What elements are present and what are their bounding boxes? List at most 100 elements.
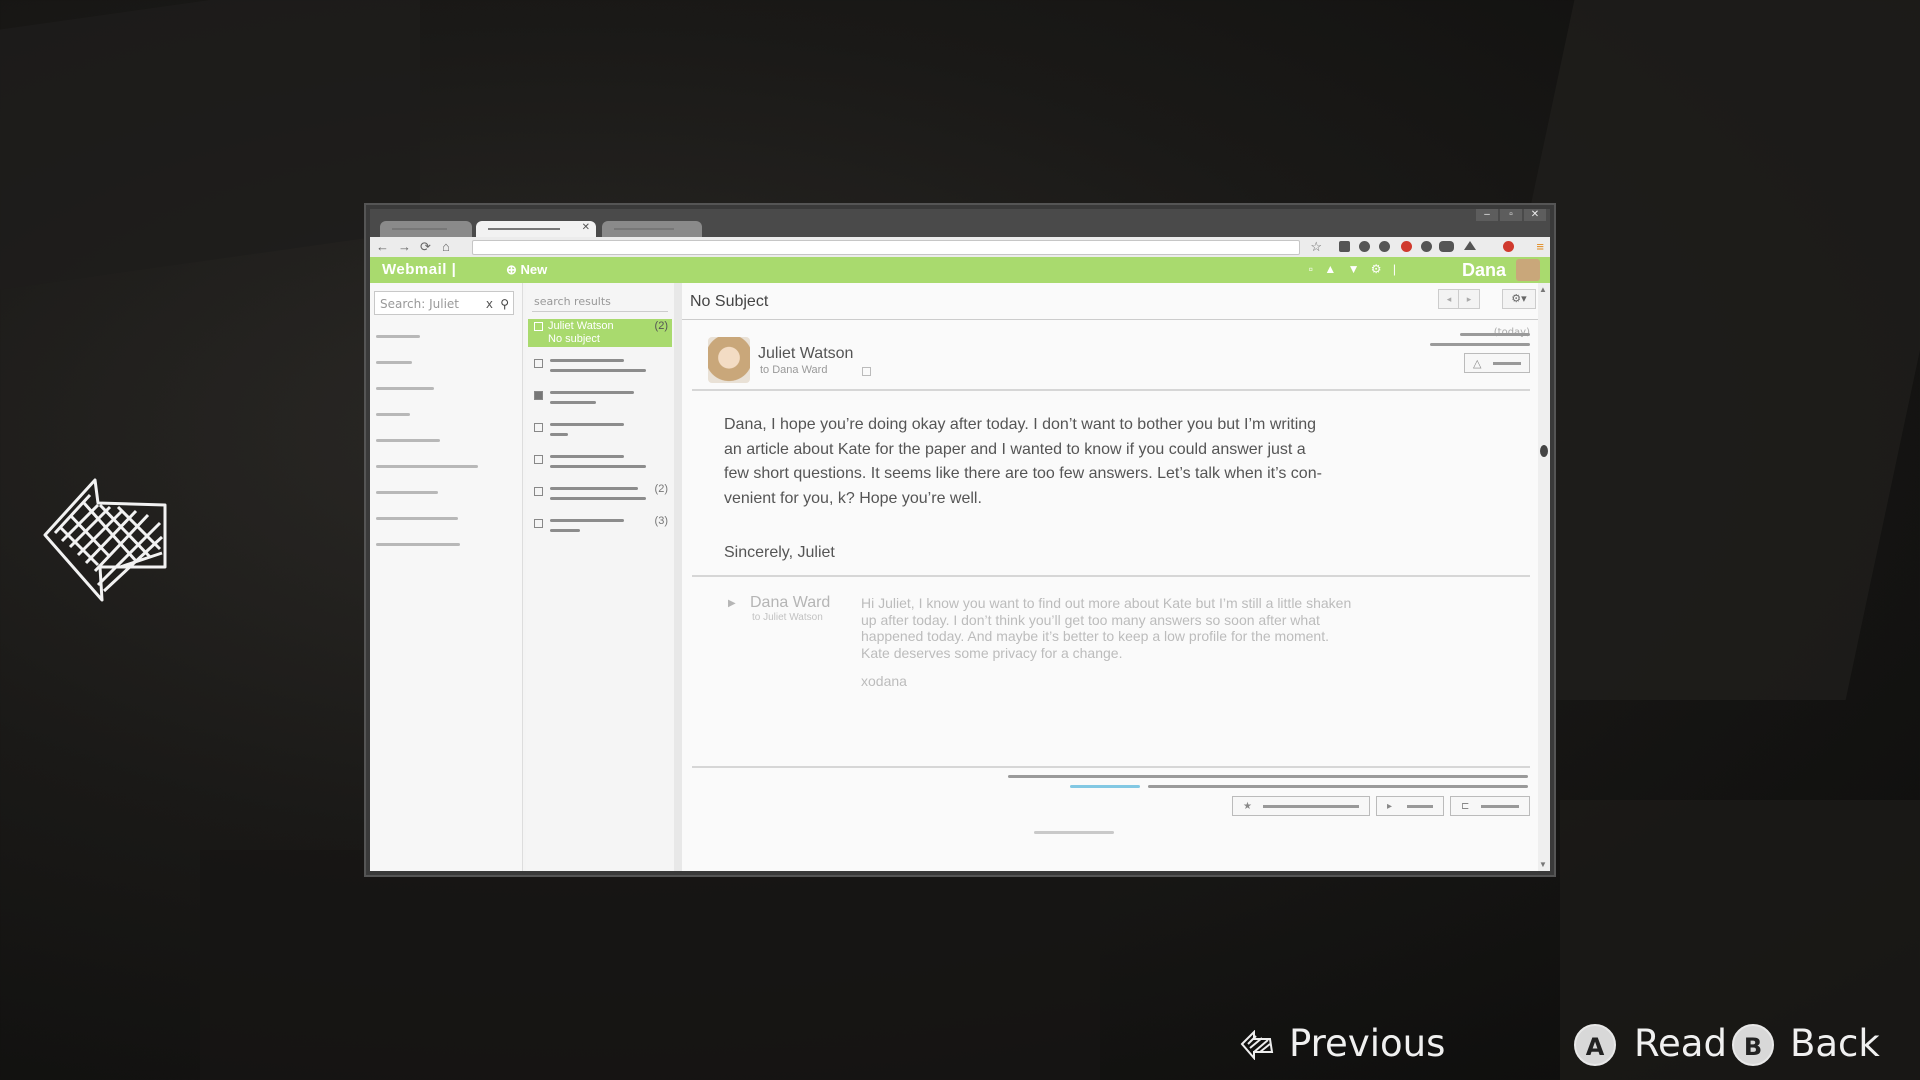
extension-icon[interactable] (1339, 241, 1350, 252)
maximize-button[interactable]: ▫ (1500, 209, 1522, 221)
recipient-line: to Dana Ward (760, 364, 828, 376)
scroll-down-icon[interactable]: ▼ (1539, 860, 1547, 869)
minimize-button[interactable]: – (1476, 209, 1498, 221)
search-icon[interactable]: ⚲ (500, 292, 509, 316)
footer-link[interactable] (1070, 785, 1140, 788)
quoted-line: Kate deserves some privacy for a change. (861, 644, 1123, 661)
collapse-triangle-icon[interactable]: ▶ (728, 598, 736, 609)
next-message-button[interactable]: ▸ (1458, 289, 1480, 309)
folder-item[interactable] (376, 465, 478, 468)
message-row-selected[interactable]: Juliet Watson No subject (2) (528, 319, 672, 347)
message-checkbox[interactable] (534, 487, 543, 496)
previous-hand-icon (1240, 1030, 1274, 1060)
quoted-message-body: Hi Juliet, I know you want to find out m… (861, 595, 1421, 661)
reader-scrollbar[interactable]: ▲ ▼ (1538, 283, 1550, 871)
search-input[interactable]: Search: Juliet x ⚲ (374, 291, 514, 315)
folder-item[interactable] (376, 439, 440, 442)
quoted-sender: Dana Ward (750, 594, 831, 611)
folder-item[interactable] (376, 491, 438, 494)
extension-icon[interactable] (1401, 241, 1412, 252)
folder-item[interactable] (376, 543, 460, 546)
forward-button[interactable]: ▸ (1376, 796, 1444, 816)
divider (532, 311, 668, 312)
body-line: venient for you, k? Hope you’re well. (724, 489, 982, 507)
user-avatar[interactable] (1516, 259, 1540, 281)
clear-search-icon[interactable]: x (486, 292, 493, 316)
quoted-line: up after today. I don’t think you’ll get… (861, 611, 1320, 628)
message-row[interactable] (534, 389, 668, 417)
message-checkbox[interactable] (534, 359, 543, 368)
read-prompt[interactable]: Read (1634, 1022, 1727, 1065)
user-name: Dana (1461, 260, 1506, 280)
reply-button[interactable]: △ (1464, 353, 1530, 373)
toolbar-icons[interactable]: ▫ ▲ ▼ ⚙ | (1309, 262, 1400, 276)
browser-menu-icon[interactable]: ≡ (1536, 239, 1544, 255)
a-button-icon: A (1574, 1024, 1616, 1066)
message-row[interactable] (534, 453, 668, 481)
archive-button[interactable]: ⊏ (1450, 796, 1530, 816)
expand-details-icon[interactable] (862, 367, 871, 376)
previous-arrow-icon[interactable] (40, 475, 170, 605)
message-checkbox[interactable] (534, 322, 543, 331)
divider (682, 319, 1550, 320)
footer-action-button[interactable]: ★ (1232, 796, 1370, 816)
previous-message-button[interactable]: ◂ (1438, 289, 1460, 309)
back-prompt[interactable]: Back (1790, 1022, 1880, 1065)
address-bar: ← → ⟳ ⌂ ☆ ≡ (370, 237, 1550, 258)
message-list-header: search results (534, 295, 611, 308)
close-window-button[interactable]: ✕ (1524, 209, 1546, 221)
footer-detail (1034, 831, 1114, 834)
previous-prompt[interactable]: Previous (1289, 1022, 1445, 1065)
tab-close-icon[interactable]: ✕ (582, 222, 590, 233)
url-field[interactable] (472, 240, 1300, 255)
new-mail-button[interactable]: ⊕ New (506, 262, 547, 278)
divider (692, 766, 1530, 768)
body-line: an article about Kate for the paper and … (724, 440, 1306, 458)
body-line: few short questions. It seems like there… (724, 465, 1322, 483)
message-row[interactable] (534, 357, 668, 385)
browser-tab-active[interactable]: ✕ (476, 221, 596, 237)
reload-icon[interactable]: ⟳ (420, 239, 431, 255)
footer-detail (1148, 785, 1528, 788)
browser-tab[interactable] (380, 221, 472, 237)
browser-tab[interactable] (602, 221, 702, 237)
extension-icon[interactable] (1439, 241, 1454, 252)
extension-icon[interactable] (1464, 241, 1476, 250)
message-count: (2) (654, 483, 668, 495)
forward-icon[interactable]: → (398, 239, 411, 255)
extension-icon[interactable] (1359, 241, 1370, 252)
message-checkbox[interactable] (534, 519, 543, 528)
divider (692, 389, 1530, 391)
message-subject: No subject (548, 333, 600, 345)
extension-icon[interactable] (1421, 241, 1432, 252)
footer-detail (1008, 775, 1528, 778)
forward-icon: ▸ (1387, 801, 1393, 812)
settings-icon[interactable]: ⚙▾ (1502, 289, 1536, 309)
extension-icon[interactable] (1503, 241, 1514, 252)
search-placeholder: Search: Juliet (380, 297, 459, 311)
message-checkbox[interactable] (534, 455, 543, 464)
message-checkbox[interactable] (534, 423, 543, 432)
message-checkbox[interactable] (534, 391, 543, 400)
extension-icon[interactable] (1379, 241, 1390, 252)
body-line: Dana, I hope you’re doing okay after tod… (724, 416, 1317, 433)
pane-splitter[interactable] (674, 283, 682, 871)
home-icon[interactable]: ⌂ (442, 239, 450, 255)
message-row[interactable]: (3) (534, 515, 668, 545)
folder-item[interactable] (376, 387, 434, 390)
folder-item[interactable] (376, 335, 420, 338)
quoted-line: happened today. And maybe it’s better to… (861, 628, 1329, 644)
folder-item[interactable] (376, 517, 458, 520)
message-row[interactable] (534, 421, 668, 449)
message-row[interactable]: (2) (534, 483, 668, 513)
webmail-window: ✕ – ▫ ✕ ← → ⟳ ⌂ ☆ ≡ Webmail | ⊕ New ▫ ▲ … (366, 205, 1554, 875)
scroll-thumb[interactable] (1540, 445, 1548, 457)
folder-item[interactable] (376, 413, 410, 416)
folder-item[interactable] (376, 361, 412, 364)
back-icon[interactable]: ← (376, 239, 389, 255)
bookmark-star-icon[interactable]: ☆ (1310, 239, 1322, 255)
reading-pane: No Subject ◂ ▸ ⚙▾ Juliet Watson to Dana … (682, 283, 1550, 871)
background-floor (200, 850, 1100, 1080)
scroll-up-icon[interactable]: ▲ (1539, 285, 1547, 294)
header-detail (1430, 343, 1530, 346)
